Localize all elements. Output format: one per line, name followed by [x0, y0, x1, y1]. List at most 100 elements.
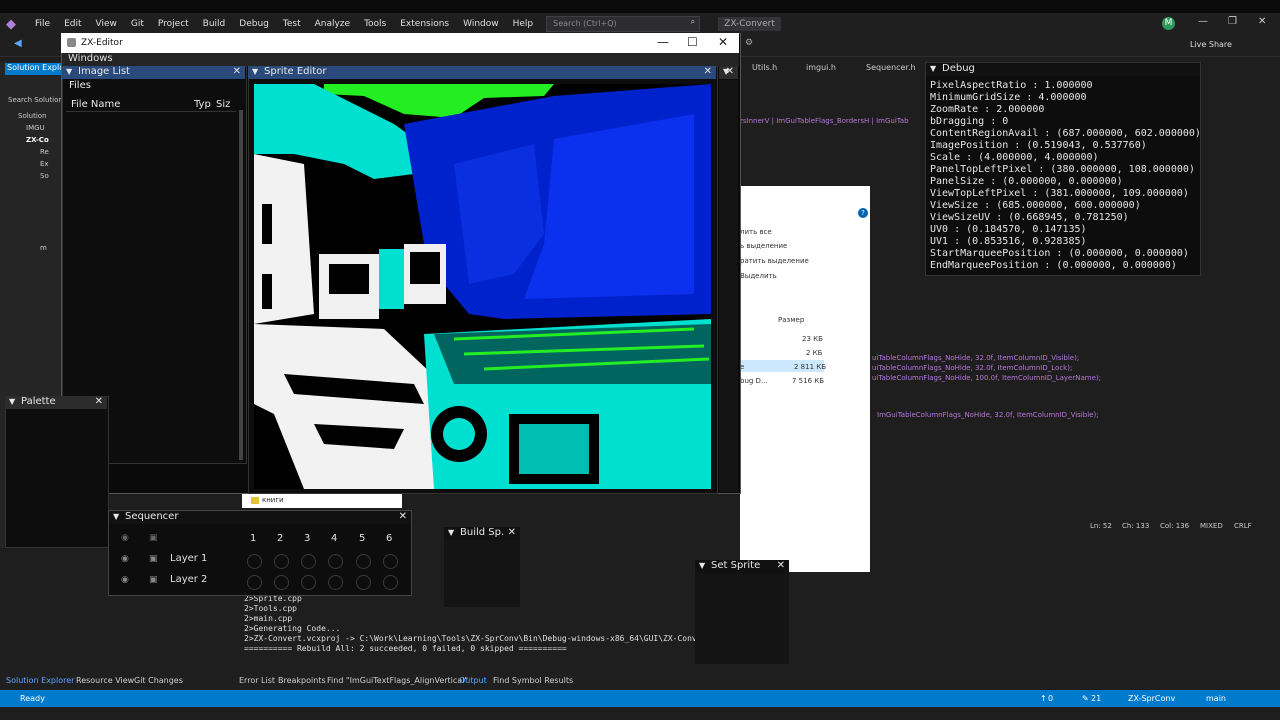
close-icon[interactable]: ✕: [95, 396, 103, 407]
collapse-arrow-icon[interactable]: ▼: [699, 561, 705, 570]
menu-analyze[interactable]: Analyze: [308, 19, 357, 29]
close-icon[interactable]: ✕: [777, 560, 785, 571]
layer-name[interactable]: Layer 1: [170, 553, 207, 564]
explorer-menu-item[interactable]: ь выделение: [740, 242, 787, 250]
maximize-icon[interactable]: ☐: [687, 35, 698, 49]
menu-test[interactable]: Test: [276, 19, 308, 29]
col-size[interactable]: Siz: [216, 99, 230, 110]
tree-item-solution[interactable]: Solution: [18, 112, 47, 120]
explorer-menu-item[interactable]: ратить выделение: [740, 257, 809, 265]
palette-titlebar[interactable]: ▼ Palette ✕: [5, 396, 107, 409]
frame-cell[interactable]: [356, 554, 371, 569]
explorer-menu-item[interactable]: Выделить: [740, 272, 777, 280]
eye-icon[interactable]: ◉: [121, 533, 129, 543]
layer-name[interactable]: Layer 2: [170, 574, 207, 585]
explorer-menu-item[interactable]: лить все: [740, 228, 772, 236]
col-type[interactable]: Typ: [194, 99, 211, 110]
menu-help[interactable]: Help: [506, 19, 541, 29]
image-list-titlebar[interactable]: ▼ Image List ✕: [62, 66, 245, 79]
explorer-size-header[interactable]: Размер: [778, 316, 804, 324]
tree-item-references[interactable]: Re: [40, 148, 49, 156]
help-icon[interactable]: ?: [858, 208, 868, 218]
avatar[interactable]: M: [1162, 17, 1175, 30]
search-input[interactable]: Search (Ctrl+Q) ⌕: [546, 15, 701, 32]
collapse-arrow-icon[interactable]: ▼: [448, 528, 454, 537]
close-icon[interactable]: ✕: [399, 511, 407, 522]
menu-build[interactable]: Build: [196, 19, 233, 29]
tab-solution-explorer-bottom[interactable]: Solution Explorer: [6, 676, 74, 685]
tab-output[interactable]: Output: [459, 676, 487, 685]
close-icon[interactable]: ✕: [726, 66, 734, 77]
toolbar-extra-icon[interactable]: ⚙: [745, 38, 753, 48]
close-icon[interactable]: ✕: [718, 35, 728, 49]
build-sprite-titlebar[interactable]: ▼ Build Sp. ✕: [444, 527, 520, 540]
changes-count[interactable]: 21: [1091, 694, 1101, 703]
unpushed-count[interactable]: 0: [1048, 694, 1053, 703]
sprite-editor-titlebar[interactable]: ▼ Sprite Editor ✕: [248, 66, 716, 79]
solution-search[interactable]: Search Solution: [8, 96, 63, 104]
frame-cell[interactable]: [328, 575, 343, 590]
lock-icon[interactable]: ▣: [149, 575, 158, 585]
collapse-arrow-icon[interactable]: ▼: [113, 512, 119, 521]
sprite-canvas[interactable]: [254, 84, 711, 489]
col-file-name[interactable]: File Name: [71, 99, 120, 110]
menu-window[interactable]: Window: [456, 19, 506, 29]
frame-cell[interactable]: [247, 554, 262, 569]
tab-git-changes[interactable]: Git Changes: [134, 676, 183, 685]
tree-item-source[interactable]: So: [40, 172, 49, 180]
collapse-arrow-icon[interactable]: ▼: [930, 64, 936, 73]
frame-cell[interactable]: [247, 575, 262, 590]
close-icon[interactable]: ✕: [1258, 16, 1266, 27]
tab-solution-explorer[interactable]: Solution Explorer: [5, 63, 65, 75]
minimize-icon[interactable]: —: [657, 35, 669, 49]
live-share-button[interactable]: Live Share: [1190, 40, 1232, 49]
collapse-arrow-icon[interactable]: ▼: [252, 67, 258, 76]
minimize-icon[interactable]: —: [1198, 16, 1208, 27]
tab-sequencer-h[interactable]: Sequencer.h: [866, 63, 916, 72]
maximize-icon[interactable]: ❐: [1228, 16, 1237, 27]
set-sprite-titlebar[interactable]: ▼ Set Sprite ✕: [695, 560, 789, 573]
menu-project[interactable]: Project: [151, 19, 196, 29]
tab-breakpoints[interactable]: Breakpoints: [278, 676, 326, 685]
lock-icon[interactable]: ▣: [149, 533, 158, 543]
image-list-scrollbar[interactable]: [239, 110, 243, 460]
tab-find-results[interactable]: Find "ImGuiTextFlags_AlignVertical": [327, 676, 468, 685]
close-icon[interactable]: ✕: [704, 66, 712, 77]
sequencer-titlebar[interactable]: ▼ Sequencer ✕: [109, 511, 411, 524]
close-icon[interactable]: ✕: [508, 527, 516, 538]
debug-titlebar[interactable]: ▼ Debug: [926, 63, 1200, 76]
menu-git[interactable]: Git: [124, 19, 151, 29]
menu-debug[interactable]: Debug: [232, 19, 276, 29]
menu-tools[interactable]: Tools: [357, 19, 393, 29]
repo-name[interactable]: ZX-SprConv: [1128, 694, 1175, 703]
frame-cell[interactable]: [301, 575, 316, 590]
collapse-arrow-icon[interactable]: ▼: [66, 67, 72, 76]
frame-cell[interactable]: [328, 554, 343, 569]
tree-item-imgui[interactable]: IMGU: [26, 124, 45, 132]
tree-item-m[interactable]: m: [40, 244, 47, 252]
close-icon[interactable]: ✕: [233, 66, 241, 77]
frame-cell[interactable]: [383, 575, 398, 590]
frame-cell[interactable]: [274, 554, 289, 569]
tab-resource-view[interactable]: Resource View: [76, 676, 134, 685]
menu-extensions[interactable]: Extensions: [393, 19, 456, 29]
eye-icon[interactable]: ◉: [121, 575, 129, 585]
collapse-arrow-icon[interactable]: ▼: [9, 397, 15, 406]
folder-row[interactable]: книги: [242, 494, 402, 508]
menu-file[interactable]: File: [28, 19, 57, 29]
lock-icon[interactable]: ▣: [149, 554, 158, 564]
menu-windows[interactable]: Windows: [68, 53, 113, 64]
menu-view[interactable]: View: [89, 19, 124, 29]
line-ending[interactable]: CRLF: [1234, 522, 1252, 530]
menu-edit[interactable]: Edit: [57, 19, 88, 29]
frame-cell[interactable]: [301, 554, 316, 569]
tree-item-external[interactable]: Ex: [40, 160, 49, 168]
frame-cell[interactable]: [356, 575, 371, 590]
tab-find-symbol-results[interactable]: Find Symbol Results: [493, 676, 573, 685]
branch-name[interactable]: main: [1206, 694, 1226, 703]
tab-imgui-h[interactable]: imgui.h: [806, 63, 836, 72]
frame-cell[interactable]: [274, 575, 289, 590]
back-icon[interactable]: ◀: [14, 38, 22, 49]
tab-utils-h[interactable]: Utils.h: [752, 63, 777, 72]
tree-item-zx-convert[interactable]: ZX-Co: [26, 136, 49, 144]
